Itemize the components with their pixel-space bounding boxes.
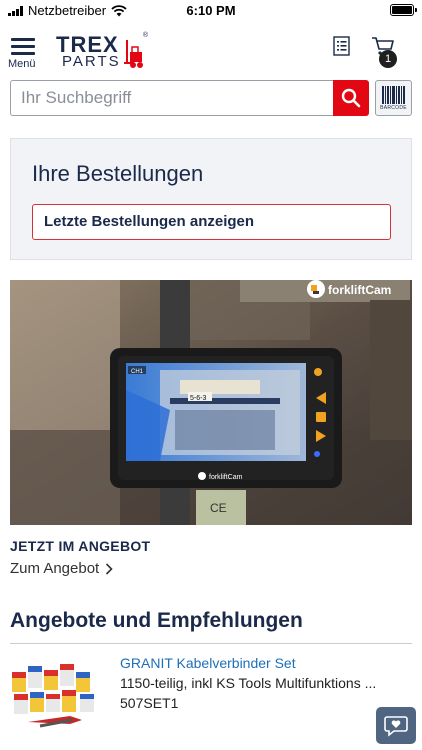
banner-tag: JETZT IM ANGEBOT	[10, 538, 151, 554]
banner-offer-link[interactable]: Zum Angebot	[10, 560, 113, 577]
search-input[interactable]	[10, 80, 333, 116]
section-divider	[10, 643, 412, 644]
status-bar: Netzbetreiber 6:10 PM	[0, 0, 422, 22]
barcode-scan-button[interactable]: BARCODE	[375, 80, 412, 116]
orders-panel: Ihre Bestellungen Letzte Bestellungen an…	[10, 138, 412, 260]
barcode-icon	[382, 85, 405, 104]
app-header: Menü TREX PARTS ® 1	[0, 28, 422, 74]
product-name[interactable]: GRANIT Kabelverbinder Set	[120, 655, 296, 671]
cart-button[interactable]: 1	[371, 36, 401, 68]
trex-parts-logo[interactable]: TREX PARTS ®	[56, 32, 148, 70]
device-brand: forkliftCam	[209, 474, 243, 481]
product-sku: 507SET1	[120, 695, 179, 711]
ce-mark: CE	[210, 501, 227, 515]
menu-button[interactable]: Menü	[8, 36, 42, 70]
menu-label: Menü	[8, 58, 36, 70]
forklift-logo-icon	[124, 40, 143, 68]
product-item[interactable]: GRANIT Kabelverbinder Set 1150-teilig, i…	[10, 652, 412, 732]
order-list-icon[interactable]	[333, 36, 351, 61]
product-description: 1150-teilig, inkl KS Tools Multifunktion…	[120, 675, 377, 691]
cable-connector-set-image	[12, 664, 94, 728]
battery-icon	[390, 4, 417, 16]
cart-count-badge: 1	[379, 50, 397, 68]
shelf-label: 5-6-3	[190, 395, 206, 402]
chat-button[interactable]	[376, 707, 416, 744]
barcode-label: BARCODE	[380, 104, 407, 111]
chat-heart-icon	[384, 715, 408, 737]
orders-title: Ihre Bestellungen	[32, 161, 204, 186]
screen-channel-label: CH1	[131, 369, 144, 375]
status-time: 6:10 PM	[186, 3, 236, 18]
show-recent-orders-button[interactable]: Letzte Bestellungen anzeigen	[32, 204, 391, 240]
promo-banner[interactable]: CE 5-6-3 CH1 forkliftCam forkliftCam	[10, 280, 412, 525]
forklift-camera-promo-image: CE 5-6-3 CH1 forkliftCam forkliftCam	[10, 280, 412, 525]
search-icon	[341, 88, 361, 108]
recommendations-title: Angebote und Empfehlungen	[10, 609, 303, 632]
logo-parts-text: PARTS	[62, 53, 121, 70]
logo-registered-mark: ®	[142, 32, 148, 39]
hamburger-icon	[11, 38, 35, 59]
chevron-right-icon	[106, 562, 113, 575]
search-button[interactable]	[333, 80, 369, 116]
forkliftcam-brand-text: forkliftCam	[328, 283, 391, 297]
search-bar: BARCODE	[10, 80, 412, 116]
banner-offer-link-label: Zum Angebot	[10, 560, 100, 577]
